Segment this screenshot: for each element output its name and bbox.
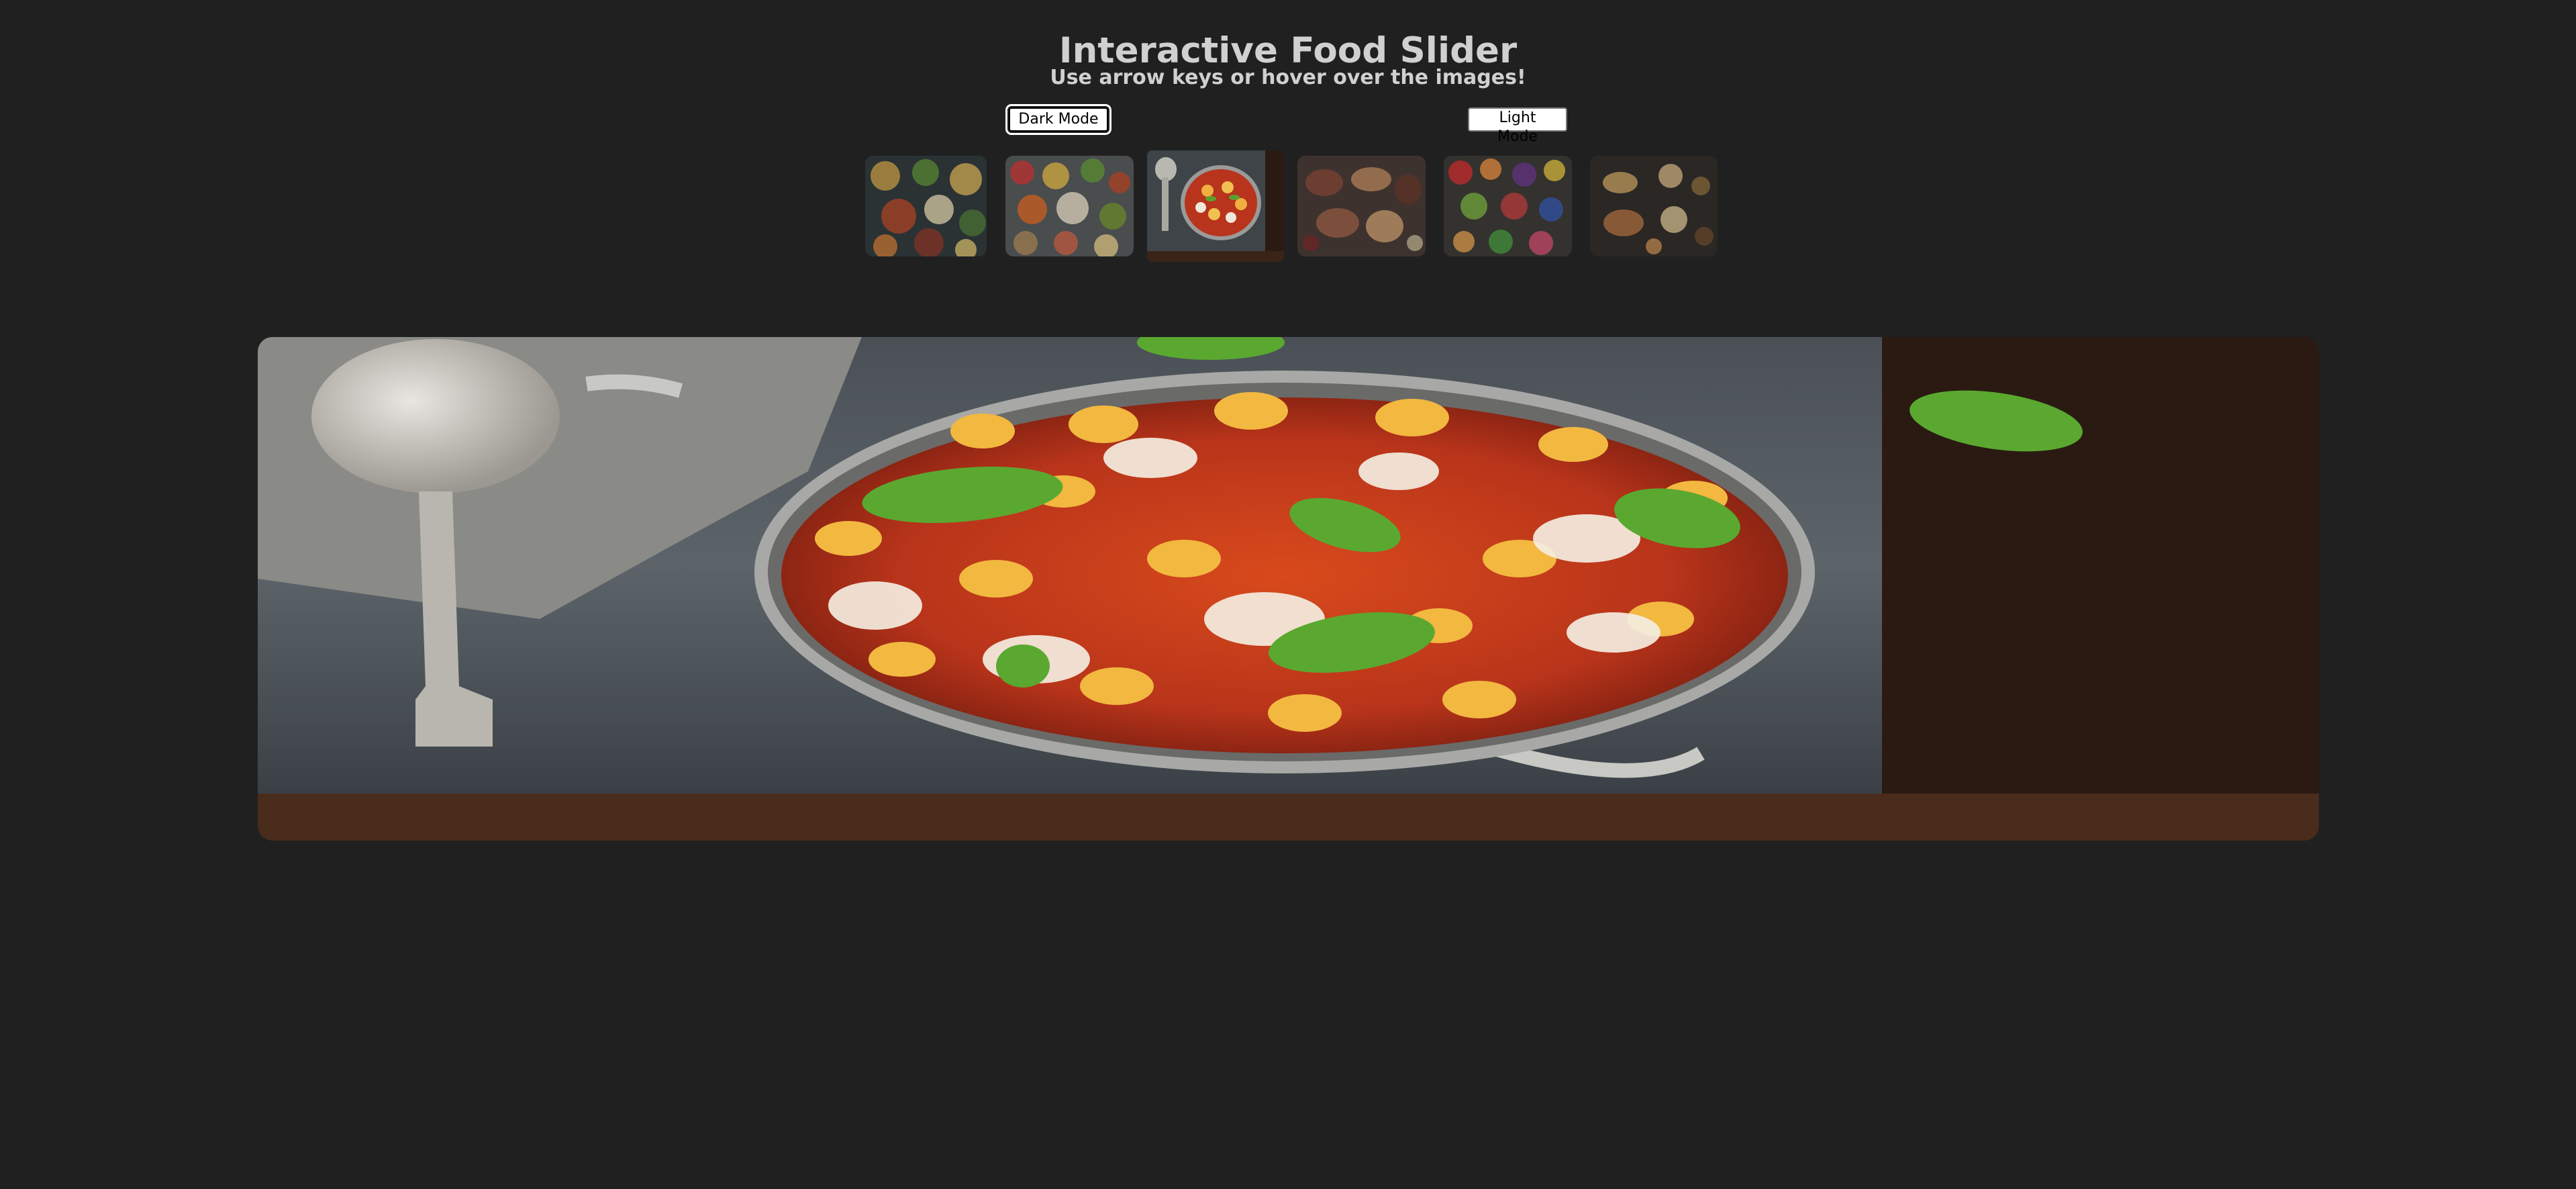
thumbnail-image [865,156,987,256]
thumbnail-gnocchi-skillet[interactable] [1147,150,1284,262]
thumbnail-charcuterie-board[interactable] [1297,156,1426,256]
gnocchi-skillet-image [258,337,2319,841]
dark-mode-button[interactable]: Dark Mode [1005,104,1111,135]
main-slide-image [258,337,2319,841]
thumbnail-dumplings-and-sauces[interactable] [1590,156,1718,256]
thumbnail-image [1147,150,1284,262]
light-mode-button[interactable]: Light Mode [1468,107,1567,145]
thumbnail-image [1297,156,1426,256]
thumbnail-image [1444,156,1572,256]
thumbnail-colorful-bowls-table[interactable] [1005,156,1134,256]
thumbnail-image [1590,156,1718,256]
thumbnail-fresh-produce-spread[interactable] [1444,156,1572,256]
thumbnail-image [1005,156,1134,256]
page-subtitle: Use arrow keys or hover over the images! [1050,66,1526,89]
thumbnail-food-spread-bowls[interactable] [865,156,987,256]
